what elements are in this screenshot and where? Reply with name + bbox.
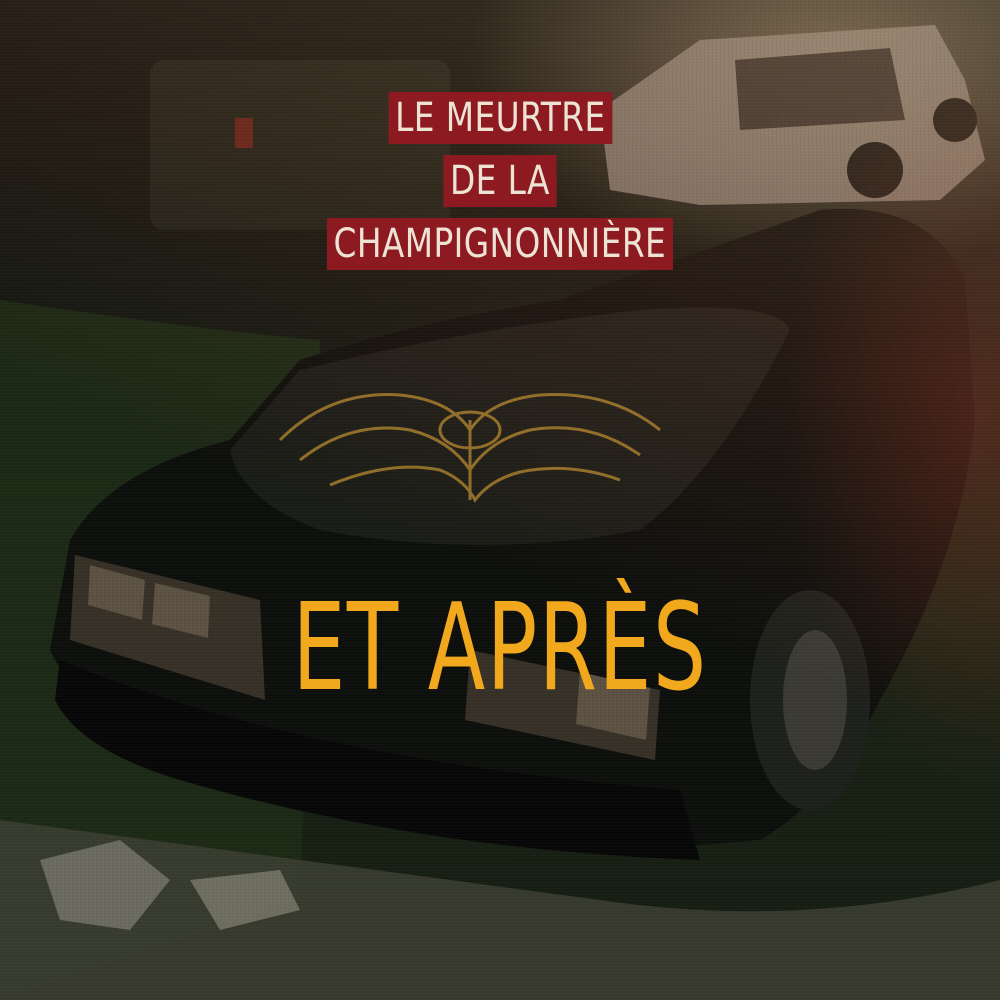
album-cover: LE MEURTRE DE LA CHAMPIGNONNIÈRE ET APRÈ… bbox=[0, 0, 1000, 1000]
title-line-3: CHAMPIGNONNIÈRE bbox=[327, 218, 673, 270]
ground-debris bbox=[0, 820, 1000, 1000]
title-line-1: LE MEURTRE bbox=[388, 92, 612, 144]
black-car bbox=[50, 208, 975, 860]
cover-subtitle: ET APRÈS bbox=[292, 579, 708, 718]
title-line-2: DE LA bbox=[443, 155, 557, 207]
cover-title: LE MEURTRE DE LA CHAMPIGNONNIÈRE bbox=[0, 92, 1000, 270]
